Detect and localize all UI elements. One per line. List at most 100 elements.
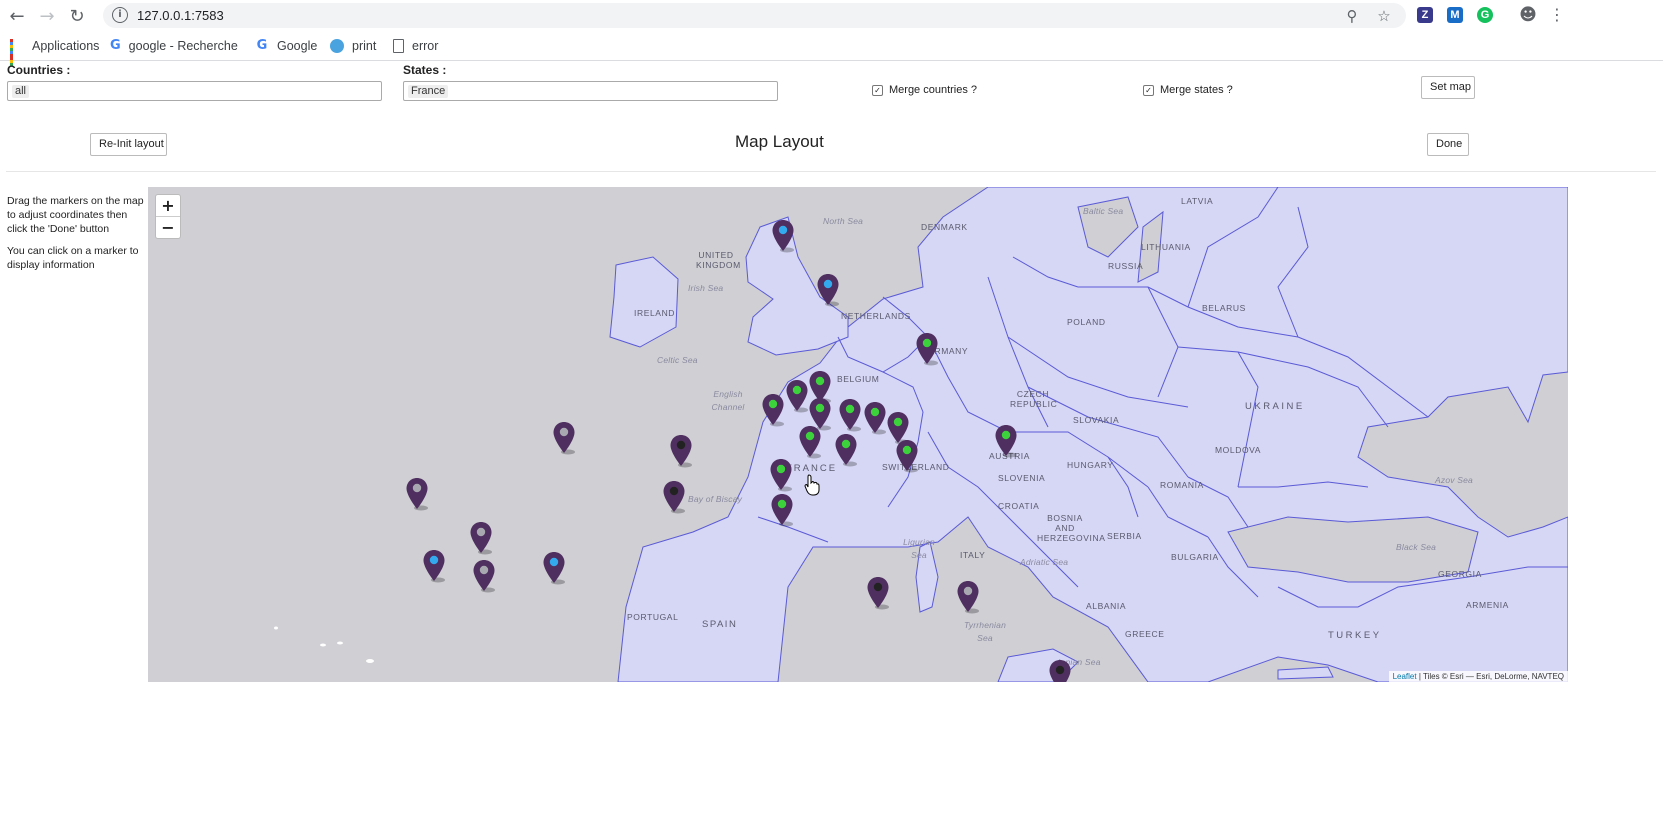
done-button[interactable]: Done [1427, 133, 1469, 156]
map-label-armenia: ARMENIA [1466, 600, 1509, 610]
map-marker-blue[interactable] [542, 551, 566, 585]
reinit-layout-button[interactable]: Re-Init layout [90, 133, 167, 156]
zoom-in-button[interactable]: + [156, 195, 180, 217]
checkbox-check-icon[interactable]: ✓ [872, 84, 883, 96]
map-marker-green[interactable] [994, 424, 1018, 458]
extension-grammarly-icon[interactable]: G [1477, 7, 1493, 23]
map-label-latvia: LATVIA [1181, 196, 1214, 206]
bookmark-print[interactable]: print [330, 38, 376, 54]
map-marker-green[interactable] [895, 439, 919, 473]
map-attribution: Leaflet | Tiles © Esri — Esri, DeLorme, … [1388, 671, 1568, 682]
map-marker-gray[interactable] [405, 477, 429, 511]
map-marker-gray[interactable] [956, 580, 980, 614]
leaflet-link[interactable]: Leaflet [1393, 672, 1417, 681]
map-marker-dark[interactable] [662, 480, 686, 514]
merge-states-label: Merge states ? [1160, 84, 1233, 96]
extension-m-icon[interactable]: M [1447, 7, 1463, 23]
address-url: 127.0.0.1:7583 [137, 8, 224, 23]
map-marker-green[interactable] [770, 493, 794, 527]
map-marker-dark[interactable] [1048, 659, 1072, 682]
bookmark-star-icon[interactable]: ☆ [1375, 7, 1393, 25]
merge-countries-label: Merge countries ? [889, 84, 978, 96]
map-label-moldova: MOLDOVA [1215, 445, 1262, 455]
back-arrow-icon[interactable]: ← [5, 4, 29, 28]
map-marker-blue[interactable] [816, 273, 840, 307]
map-label-romania: ROMANIA [1160, 480, 1204, 490]
map-marker-dark[interactable] [866, 576, 890, 610]
merge-countries-checkbox[interactable]: ✓ Merge countries ? [872, 84, 977, 96]
address-bar[interactable]: i 127.0.0.1:7583 ⚲ ☆ [103, 3, 1406, 28]
map-marker-green[interactable] [798, 425, 822, 459]
profile-avatar-icon[interactable]: ☻ [1519, 6, 1537, 24]
map-basemap [274, 187, 1568, 682]
map-marker-dark[interactable] [669, 434, 693, 468]
map-marker-green[interactable] [863, 401, 887, 435]
countries-select[interactable]: all [7, 81, 382, 101]
map-label-adriatic-sea: Adriatic Sea [1020, 557, 1069, 567]
bookmark-google-search[interactable]: G google - Recherche G [110, 38, 238, 54]
map-marker-green[interactable] [761, 393, 785, 427]
zoom-icon[interactable]: ⚲ [1343, 7, 1361, 25]
merge-states-checkbox[interactable]: ✓ Merge states ? [1143, 84, 1233, 96]
map-marker-gray[interactable] [472, 559, 496, 593]
map-marker-gray[interactable] [469, 521, 493, 555]
checkbox-check-icon[interactable]: ✓ [1143, 84, 1154, 96]
map-marker-green[interactable] [769, 458, 793, 492]
map-label-russia: RUSSIA [1108, 261, 1144, 271]
bookmark-label: google - Recherche G [128, 39, 238, 53]
countries-tag[interactable]: all [12, 85, 30, 98]
bookmark-label: Applications [32, 39, 100, 53]
map-label-azov-sea: Azov Sea [1435, 475, 1473, 485]
browser-menu-icon[interactable]: ⋮ [1548, 6, 1566, 24]
instruction-click: You can click on a marker to display inf… [7, 245, 139, 271]
map-marker-gray[interactable] [552, 421, 576, 455]
reload-icon[interactable]: ↻ [65, 4, 89, 28]
map-marker-green[interactable] [834, 433, 858, 467]
map-label-portugal: PORTUGAL [627, 612, 679, 622]
map-label-croatia: CROATIA [998, 501, 1040, 511]
map-label-serbia: SERBIA [1107, 531, 1142, 541]
divider [6, 171, 1656, 172]
map-marker-green[interactable] [838, 398, 862, 432]
map-label-poland: POLAND [1067, 317, 1106, 327]
bookmark-google[interactable]: G Google [255, 38, 318, 54]
map-label-belgium: BELGIUM [837, 374, 880, 384]
map-label-albania: ALBANIA [1086, 601, 1127, 611]
google-icon: G [256, 38, 268, 53]
map-marker-green[interactable] [915, 332, 939, 366]
extension-z-icon[interactable]: Z [1417, 7, 1433, 23]
states-tag[interactable]: France [408, 85, 449, 98]
map-label-netherlands: NETHERLANDS [841, 311, 911, 321]
map-label-czech-republic: CZECH REPUBLIC [1010, 389, 1058, 409]
forward-arrow-icon[interactable]: → [35, 4, 59, 28]
map-label-ireland: IRELAND [634, 308, 676, 318]
map-label-tyrrhenian-sea: Tyrrhenian Sea [964, 620, 1006, 643]
map-label-bay-of-biscay: Bay of Biscay [688, 494, 743, 504]
zoom-out-button[interactable]: − [156, 217, 180, 238]
map-marker-blue[interactable] [422, 549, 446, 583]
map-label-english-channel: English Channel [711, 389, 745, 412]
bookmark-error[interactable]: error [393, 38, 438, 54]
map-label-black-sea: Black Sea [1396, 542, 1437, 552]
map-label-france: FRANCE [786, 463, 838, 474]
zoom-control: + − [155, 194, 181, 239]
states-label: States : [403, 63, 447, 77]
map-label-ligurian-sea: Ligurian Sea [903, 537, 935, 560]
bookmark-label: error [412, 39, 439, 53]
map-label-bosnia: BOSNIA AND HERZEGOVINA [1037, 513, 1106, 543]
bookmarks-bar: Applications G google - Recherche G G Go… [0, 31, 1663, 66]
site-info-icon[interactable]: i [112, 7, 128, 23]
map-label-spain: SPAIN [702, 619, 738, 630]
map-marker-green[interactable] [785, 379, 809, 413]
map-label-greece: GREECE [1125, 629, 1165, 639]
states-select[interactable]: France [403, 81, 778, 101]
map-label-celtic-sea: Celtic Sea [657, 355, 698, 365]
map-canvas[interactable]: North Sea Baltic Sea LATVIA DENMARK LITH… [148, 187, 1568, 682]
map-label-ukraine: UKRAINE [1245, 401, 1305, 412]
set-map-button[interactable]: Set map [1421, 76, 1475, 99]
bookmark-applications[interactable]: Applications [10, 38, 100, 66]
map-label-italy: ITALY [960, 550, 986, 560]
map-marker-blue[interactable] [771, 219, 795, 253]
map-label-lithuania: LITHUANIA [1141, 242, 1191, 252]
map-label-irish-sea: Irish Sea [688, 283, 724, 293]
